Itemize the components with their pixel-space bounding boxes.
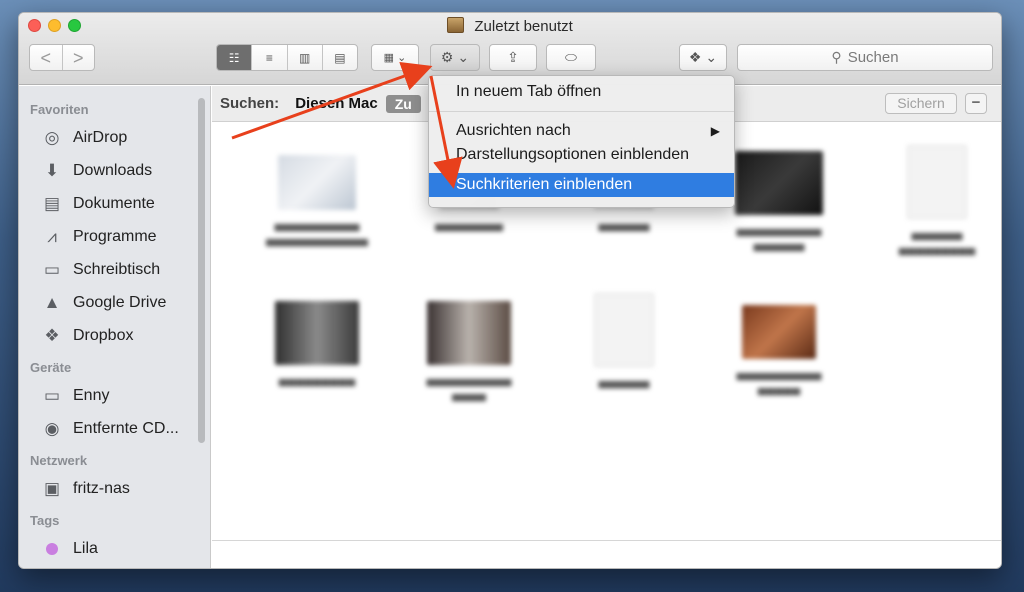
sidebar-item-label: Dokumente: [73, 194, 155, 212]
sidebar-section-header: Netzwerk: [30, 453, 88, 468]
window-title-area: Zuletzt benutzt: [19, 17, 1001, 35]
applications-icon: ⩘: [47, 226, 57, 246]
menu-show-view-options[interactable]: Darstellungsoptionen einblenden: [429, 143, 734, 167]
file-item[interactable]: ▀▀▀▀▀▀▀▀▀▀ ▀▀▀▀▀▀▀▀▀▀▀▀: [242, 155, 392, 254]
sidebar-item-label: Dropbox: [73, 326, 134, 344]
google-drive-icon: ▲: [43, 292, 61, 312]
disc-icon: ◉: [44, 418, 60, 438]
menu-item-label: Ausrichten nach: [456, 122, 571, 139]
file-name-blurred: ▀▀▀▀▀▀: [598, 224, 650, 238]
save-search-button[interactable]: Sichern: [885, 93, 957, 114]
tag-color-dot: [46, 542, 58, 555]
view-mode-control: ☷ ≡ ▥ ▤: [216, 44, 358, 71]
downloads-icon: ⬇: [44, 160, 60, 180]
file-name-blurred: ▀▀▀▀▀▀▀▀: [434, 224, 503, 238]
back-button[interactable]: <: [30, 46, 62, 70]
file-name-blurred: ▀▀▀▀▀▀▀▀▀▀▀▀▀▀▀: [736, 373, 822, 402]
path-bar: [212, 540, 1001, 568]
menu-item-label: In neuem Tab öffnen: [456, 83, 602, 100]
search-scope-label: Suchen:: [220, 95, 280, 112]
arrange-button[interactable]: ▦ ⌄: [371, 44, 419, 71]
sidebar-item-programme[interactable]: ⩘ Programme: [19, 220, 210, 253]
file-thumbnail: [427, 301, 511, 365]
tag-button[interactable]: ⬭: [546, 44, 596, 71]
file-name-blurred: ▀▀▀▀▀▀▀▀▀: [278, 379, 356, 393]
scope-this-mac[interactable]: Diesen Mac: [295, 95, 378, 112]
recents-folder-icon: [447, 17, 465, 33]
file-name-blurred: ▀▀▀▀▀▀▀▀▀▀ ▀▀▀▀▀▀: [736, 229, 822, 258]
sidebar-item-label: AirDrop: [73, 128, 128, 146]
sidebar-scrollbar[interactable]: [198, 98, 205, 443]
sidebar-section-header: Tags: [30, 513, 60, 528]
menu-show-search-criteria[interactable]: Suchkriterien einblenden: [429, 173, 734, 197]
menu-item-label: Suchkriterien einblenden: [456, 176, 633, 193]
airdrop-icon: ◎: [44, 127, 60, 147]
sidebar-item-label: Programme: [73, 227, 157, 245]
documents-icon: ▤: [43, 193, 61, 213]
file-item[interactable]: ▀▀▀▀▀▀▀▀▀▀▀▀▀▀▀: [704, 305, 854, 403]
file-thumbnail: [907, 145, 967, 219]
sidebar-item-label: fritz-nas: [73, 479, 130, 497]
sidebar-item-downloads[interactable]: ⬇ Downloads: [19, 154, 210, 187]
sidebar-item-fritz-nas[interactable]: ▣ fritz-nas: [19, 472, 210, 505]
sidebar: Favoriten ◎ AirDrop ⬇ Downloads ▤ Dokumente ⩘ Pr…: [19, 86, 211, 568]
file-name-blurred: ▀▀▀▀▀▀▀▀▀▀▀▀▀▀▀: [898, 233, 976, 262]
sidebar-item-schreibtisch[interactable]: ▭ Schreibtisch: [19, 253, 210, 286]
file-thumbnail: [742, 305, 816, 359]
laptop-icon: ▭: [43, 385, 61, 405]
sidebar-item-lila[interactable]: Lila: [19, 532, 210, 565]
sidebar-item-entfernte-cd[interactable]: ◉ Entfernte CD...: [19, 412, 210, 445]
action-gear-button[interactable]: ⚙ ⌄: [430, 44, 480, 71]
search-input[interactable]: ⚲ Suchen: [737, 44, 993, 71]
sidebar-item-label: Entfernte CD...: [73, 419, 179, 437]
menu-arrange-by[interactable]: Ausrichten nach ▶: [429, 119, 734, 143]
sidebar-section-header: Geräte: [30, 360, 72, 375]
sidebar-section-header: Favoriten: [30, 102, 89, 117]
file-thumbnail: [275, 301, 359, 365]
sidebar-item-dokumente[interactable]: ▤ Dokumente: [19, 187, 210, 220]
search-placeholder: Suchen: [847, 49, 899, 66]
file-name-blurred: ▀▀▀▀▀▀: [598, 381, 650, 395]
icon-view-button[interactable]: ☷: [217, 45, 253, 70]
search-icon: ⚲: [831, 49, 842, 65]
file-item[interactable]: ▀▀▀▀▀▀▀▀▀▀▀▀▀▀▀: [862, 145, 1001, 263]
file-name-blurred: ▀▀▀▀▀▀▀▀▀▀ ▀▀▀▀: [426, 379, 512, 408]
file-thumbnail: [735, 151, 823, 215]
menu-separator: [429, 111, 734, 112]
sidebar-item-label: Downloads: [73, 161, 153, 179]
share-button[interactable]: ⇪: [489, 44, 537, 71]
sidebar-item-dropbox[interactable]: ❖ Dropbox: [19, 319, 210, 352]
action-context-menu: In neuem Tab öffnen Ausrichten nach ▶ Da…: [428, 75, 735, 208]
navigation-buttons: < >: [29, 44, 95, 71]
sidebar-item-label: Lila: [73, 539, 98, 557]
tag-purple-icon: [41, 539, 63, 559]
remove-criteria-button[interactable]: −: [965, 93, 987, 114]
window-title: Zuletzt benutzt: [474, 18, 573, 35]
submenu-arrow-icon: ▶: [710, 124, 720, 138]
file-item[interactable]: ▀▀▀▀▀▀▀▀▀: [242, 301, 392, 394]
sidebar-item-label: Schreibtisch: [73, 260, 161, 278]
menu-item-label: Darstellungsoptionen einblenden: [456, 146, 690, 163]
sidebar-item-airdrop[interactable]: ◎ AirDrop: [19, 121, 210, 154]
cover-flow-button[interactable]: ▤: [323, 45, 357, 70]
sidebar-item-enny[interactable]: ▭ Enny: [19, 379, 210, 412]
list-view-button[interactable]: ≡: [252, 45, 288, 70]
file-thumbnail: [278, 155, 356, 210]
file-name-blurred: ▀▀▀▀▀▀▀▀▀▀ ▀▀▀▀▀▀▀▀▀▀▀▀: [265, 224, 369, 253]
dropbox-icon: ❖: [44, 325, 60, 345]
forward-button[interactable]: >: [63, 46, 95, 70]
file-thumbnail: [594, 293, 654, 367]
file-item[interactable]: ▀▀▀▀▀▀▀▀▀▀ ▀▀▀▀: [394, 301, 544, 409]
sidebar-item-label: Enny: [73, 386, 110, 404]
file-item[interactable]: ▀▀▀▀▀▀: [549, 293, 699, 396]
scope-recents[interactable]: Zu: [385, 94, 421, 113]
dropbox-toolbar-button[interactable]: ❖ ⌄: [679, 44, 727, 71]
desktop-icon: ▭: [43, 259, 61, 279]
column-view-button[interactable]: ▥: [288, 45, 323, 70]
sidebar-item-google-drive[interactable]: ▲ Google Drive: [19, 286, 210, 319]
network-computer-icon: ▣: [43, 478, 61, 498]
sidebar-item-label: Google Drive: [73, 293, 167, 311]
menu-open-in-new-tab[interactable]: In neuem Tab öffnen: [429, 80, 734, 104]
